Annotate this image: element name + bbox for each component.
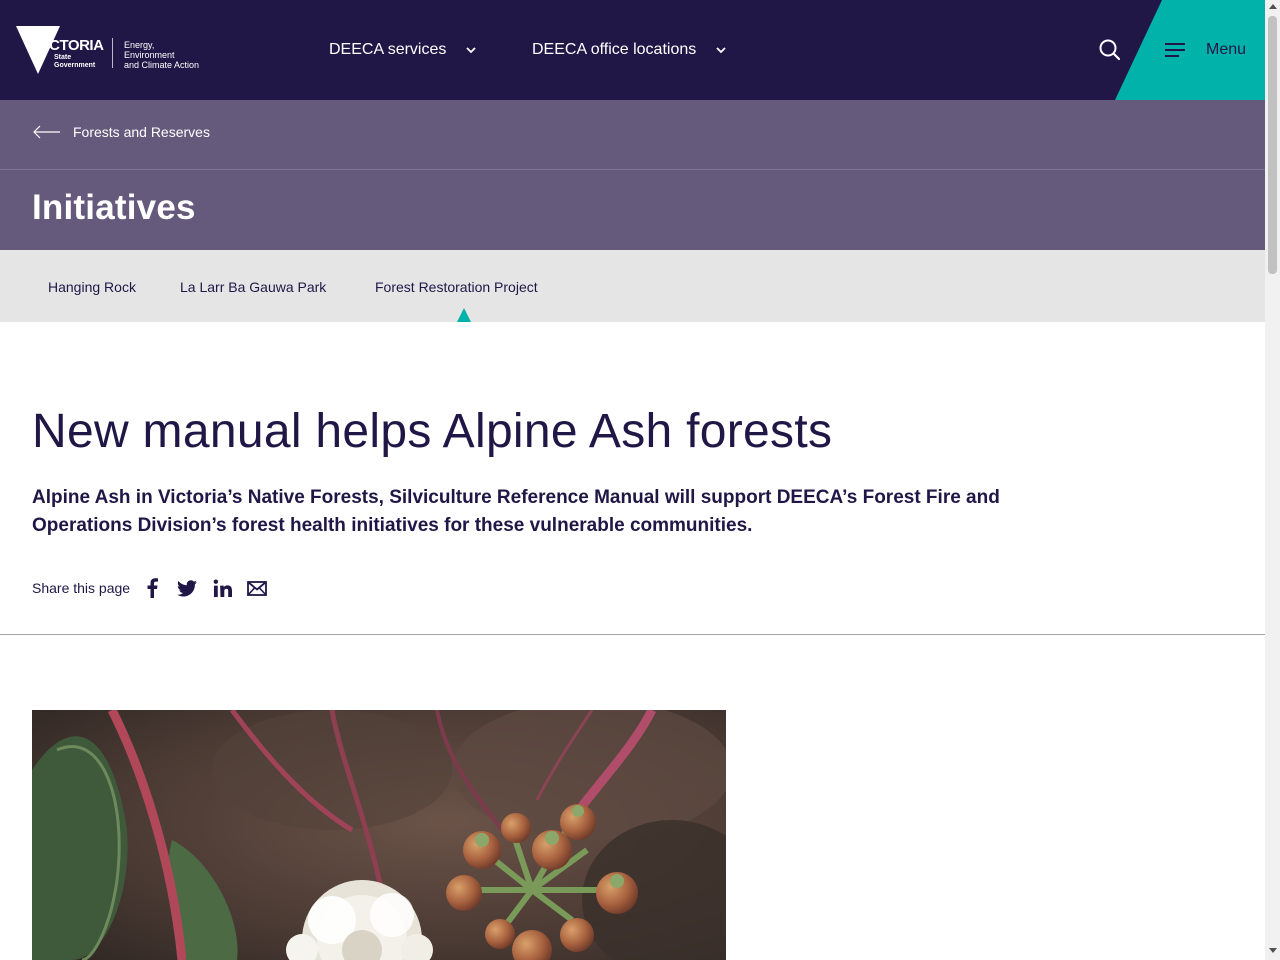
logo-department-name: Energy, Environment and Climate Action xyxy=(124,40,200,70)
menu-button[interactable]: Menu xyxy=(1164,38,1246,62)
subnav-item-hanging-rock[interactable]: Hanging Rock xyxy=(48,279,136,295)
subnav-item-la-larr-ba-gauwa-park[interactable]: La Larr Ba Gauwa Park xyxy=(180,279,326,295)
scroll-up-arrow-icon[interactable] xyxy=(1269,4,1277,9)
chevron-down-icon xyxy=(716,47,726,54)
breadcrumb-back-link[interactable]: Forests and Reserves xyxy=(32,124,210,140)
share-label: Share this page xyxy=(32,580,131,596)
chevron-down-icon xyxy=(466,47,477,54)
content-divider xyxy=(0,634,1265,635)
menu-label: Menu xyxy=(1206,41,1247,58)
section-title: Initiatives xyxy=(32,188,196,227)
article-lede: Alpine Ash in Victoria’s Native Forests,… xyxy=(32,487,1000,536)
subnav-item-forest-restoration-project[interactable]: Forest Restoration Project xyxy=(375,279,538,295)
twitter-icon[interactable] xyxy=(175,577,199,599)
logo-state-government: State Government xyxy=(54,54,96,69)
article-headline: New manual helps Alpine Ash forests xyxy=(32,405,833,458)
share-bar: Share this page xyxy=(32,577,280,599)
alpine-ash-photo-illustration xyxy=(32,710,726,960)
banner-divider xyxy=(0,169,1265,170)
page-banner: Forests and Reserves Initiatives xyxy=(0,100,1265,250)
nav-deeca-services[interactable]: DEECA services xyxy=(329,38,478,62)
active-tab-indicator xyxy=(457,308,471,322)
breadcrumb-label: Forests and Reserves xyxy=(73,124,210,140)
nav-deeca-office-locations-label: DEECA office locations xyxy=(532,41,697,58)
page-scrollbar[interactable] xyxy=(1265,0,1280,960)
site-header: VICTORIA State Government Energy, Enviro… xyxy=(0,0,1265,100)
scrollbar-thumb[interactable] xyxy=(1268,16,1277,274)
alpine-ash-flower-photo xyxy=(32,710,726,960)
email-icon[interactable] xyxy=(245,577,269,599)
logo-divider xyxy=(112,38,113,68)
linkedin-icon[interactable] xyxy=(210,577,234,599)
arrow-left-icon xyxy=(33,125,60,139)
nav-deeca-office-locations[interactable]: DEECA office locations xyxy=(532,38,728,62)
victoria-logo[interactable]: VICTORIA State Government Energy, Enviro… xyxy=(16,24,216,76)
hamburger-icon xyxy=(1165,43,1185,57)
facebook-icon[interactable] xyxy=(140,577,164,599)
section-subnav: Hanging Rock La Larr Ba Gauwa Park Fores… xyxy=(0,250,1265,322)
logo-brand-text: VICTORIA xyxy=(36,37,104,54)
nav-deeca-services-label: DEECA services xyxy=(329,41,447,58)
scroll-down-arrow-icon[interactable] xyxy=(1269,948,1277,953)
